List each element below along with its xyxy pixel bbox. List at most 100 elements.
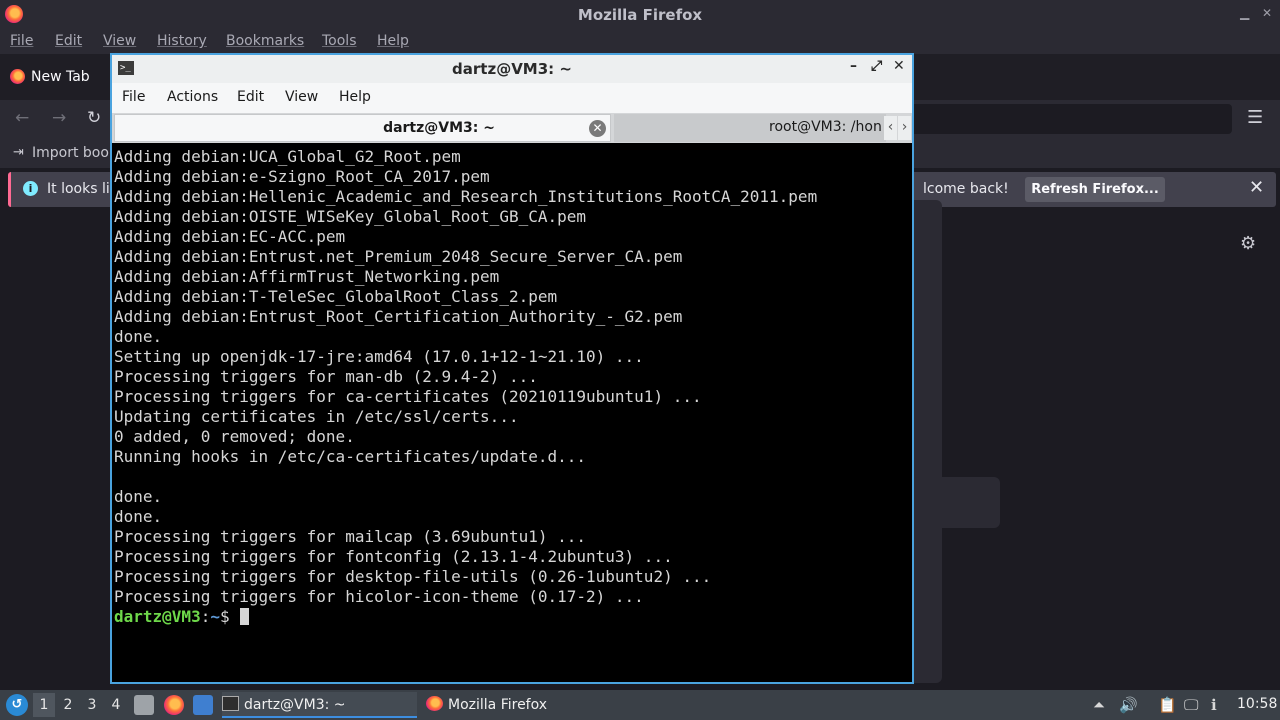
terminal-menu-edit[interactable]: Edit — [237, 89, 264, 105]
menu-file[interactable]: File — [10, 33, 33, 49]
url-bar[interactable] — [905, 104, 1232, 134]
terminal-line: done. — [114, 327, 163, 346]
terminal-menubar: File Actions Edit View Help — [112, 83, 912, 113]
terminal-line: Adding debian:Entrust.net_Premium_2048_S… — [114, 247, 683, 266]
file-manager-icon[interactable] — [134, 695, 154, 715]
prompt-path: ~ — [210, 607, 220, 626]
terminal-cursor — [240, 608, 250, 625]
terminal-line: done. — [114, 507, 163, 526]
workspace-3[interactable]: 3 — [81, 693, 103, 717]
terminal-line: Adding debian:Hellenic_Academic_and_Rese… — [114, 187, 818, 206]
terminal-line: Processing triggers for mailcap (3.69ubu… — [114, 527, 587, 546]
terminal-line: Running hooks in /etc/ca-certificates/up… — [114, 447, 587, 466]
refresh-firefox-button[interactable]: Refresh Firefox... — [1025, 177, 1165, 202]
menu-edit[interactable]: Edit — [55, 33, 82, 49]
menu-tools[interactable]: Tools — [322, 33, 357, 49]
close-icon[interactable]: ✕ — [893, 58, 905, 74]
minimize-icon[interactable]: ▁ — [1240, 6, 1249, 20]
shortcut-card[interactable] — [912, 477, 1000, 528]
tab-new-tab[interactable]: New Tab — [31, 69, 90, 85]
desktop-icon[interactable] — [193, 695, 213, 715]
menu-help[interactable]: Help — [377, 33, 409, 49]
firefox-tab-icon — [10, 69, 25, 84]
terminal-line: done. — [114, 487, 163, 506]
terminal-tab-active[interactable]: dartz@VM3: ~ ✕ — [114, 114, 611, 142]
terminal-line: Adding debian:UCA_Global_G2_Root.pem — [114, 147, 461, 166]
terminal-tabbar: dartz@VM3: ~ ✕ root@VM3: /hon ‹ › — [112, 113, 912, 143]
forward-icon[interactable]: → — [52, 108, 66, 128]
start-menu-icon[interactable]: ↺ — [6, 694, 28, 716]
terminal-menu-help[interactable]: Help — [339, 89, 371, 105]
terminal-menu-file[interactable]: File — [122, 89, 145, 105]
terminal-line: Processing triggers for fontconfig (2.13… — [114, 547, 673, 566]
terminal-titlebar[interactable]: >_ dartz@VM3: ~ – ⤢ ✕ — [112, 55, 912, 83]
maximize-icon[interactable]: ⤢ — [871, 58, 882, 74]
import-bookmarks-link[interactable]: Import book — [32, 145, 117, 161]
terminal-tab-active-label: dartz@VM3: ~ — [383, 120, 495, 136]
hamburger-menu-icon[interactable]: ☰ — [1247, 107, 1263, 128]
terminal-menu-view[interactable]: View — [285, 89, 318, 105]
back-icon[interactable]: ← — [15, 108, 29, 128]
tab-scroll-right-icon[interactable]: › — [898, 116, 911, 140]
close-icon[interactable]: ✕ — [1262, 6, 1272, 20]
terminal-prompt-line: dartz@VM3:~$ — [114, 607, 817, 627]
terminal-output[interactable]: Adding debian:UCA_Global_G2_Root.pem Addi… — [112, 145, 912, 682]
terminal-line: Adding debian:EC-ACC.pem — [114, 227, 346, 246]
tab-close-icon[interactable]: ✕ — [589, 120, 606, 137]
firefox-launcher-icon[interactable] — [164, 695, 184, 715]
workspace-4[interactable]: 4 — [105, 693, 127, 717]
terminal-line: Adding debian:OISTE_WISeKey_Global_Root_… — [114, 207, 587, 226]
info-icon: i — [23, 181, 38, 196]
terminal-line: Adding debian:Entrust_Root_Certification… — [114, 307, 683, 326]
task-firefox[interactable]: Mozilla Firefox — [426, 692, 626, 718]
clipboard-icon[interactable]: 📋 — [1158, 696, 1177, 714]
reload-icon[interactable]: ↻ — [87, 108, 101, 128]
info-tray-icon[interactable]: ℹ — [1211, 696, 1217, 714]
task-firefox-label: Mozilla Firefox — [448, 697, 548, 713]
terminal-window: >_ dartz@VM3: ~ – ⤢ ✕ File Actions Edit … — [110, 53, 914, 684]
firefox-menubar: File Edit View History Bookmarks Tools H… — [0, 30, 1280, 54]
prompt-symbol: $ — [219, 607, 240, 626]
network-icon[interactable]: 🖵 — [1184, 696, 1198, 714]
terminal-line: Processing triggers for hicolor-icon-the… — [114, 587, 644, 606]
tray-up-icon[interactable]: ⏶ — [1093, 696, 1105, 714]
terminal-icon — [222, 696, 239, 711]
prompt-separator: : — [200, 607, 211, 626]
terminal-line: Processing triggers for ca-certificates … — [114, 387, 702, 406]
terminal-tab-root[interactable]: root@VM3: /hon — [614, 114, 886, 142]
volume-icon[interactable]: 🔊 — [1119, 696, 1138, 714]
tab-scroll-left-icon[interactable]: ‹ — [884, 116, 897, 140]
clock: 10:58 — [1237, 696, 1278, 712]
terminal-line: Adding debian:e-Szigno_Root_CA_2017.pem — [114, 167, 490, 186]
terminal-line: Adding debian:T-TeleSec_GlobalRoot_Class… — [114, 287, 558, 306]
firefox-window-title: Mozilla Firefox — [577, 6, 703, 24]
notification-text: It looks lik — [47, 181, 118, 197]
terminal-lines: Adding debian:UCA_Global_G2_Root.pem Addi… — [114, 147, 817, 627]
terminal-menu-actions[interactable]: Actions — [167, 89, 218, 105]
minimize-icon[interactable]: – — [850, 58, 857, 74]
notification-welcome-text: lcome back! — [923, 181, 1009, 197]
close-notification-icon[interactable]: ✕ — [1249, 177, 1264, 198]
task-terminal[interactable]: dartz@VM3: ~ — [222, 692, 417, 718]
menu-view[interactable]: View — [103, 33, 136, 49]
gear-icon[interactable]: ⚙ — [1240, 233, 1256, 254]
terminal-tab-root-label: root@VM3: /hon — [769, 119, 882, 135]
menu-bookmarks[interactable]: Bookmarks — [226, 33, 304, 49]
import-icon: ⇥ — [13, 145, 24, 160]
terminal-window-title: dartz@VM3: ~ — [452, 60, 572, 78]
workspace-2[interactable]: 2 — [57, 693, 79, 717]
terminal-line: Setting up openjdk-17-jre:amd64 (17.0.1+… — [114, 347, 644, 366]
task-terminal-label: dartz@VM3: ~ — [244, 697, 346, 713]
terminal-line: 0 added, 0 removed; done. — [114, 427, 355, 446]
terminal-line: Processing triggers for man-db (2.9.4-2)… — [114, 367, 538, 386]
terminal-line: Updating certificates in /etc/ssl/certs.… — [114, 407, 519, 426]
firefox-icon — [426, 696, 443, 711]
workspace-1[interactable]: 1 — [33, 693, 55, 717]
menu-history[interactable]: History — [157, 33, 207, 49]
prompt-user: dartz@VM3 — [114, 607, 201, 626]
firefox-titlebar: Mozilla Firefox ▁ ✕ — [0, 0, 1280, 30]
taskbar: ↺ 1 2 3 4 dartz@VM3: ~ Mozilla Firefox ⏶… — [0, 690, 1280, 720]
terminal-line: Processing triggers for desktop-file-uti… — [114, 567, 712, 586]
terminal-line: Adding debian:AffirmTrust_Networking.pem — [114, 267, 500, 286]
